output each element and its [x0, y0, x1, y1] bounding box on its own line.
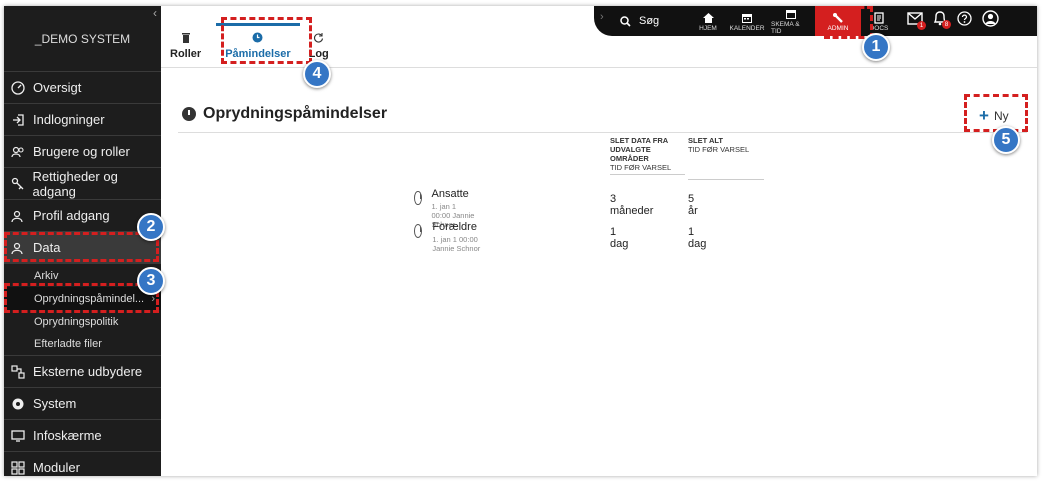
mail-badge: 1 [917, 21, 926, 30]
help-button[interactable] [957, 11, 972, 31]
calendar-icon [741, 11, 753, 25]
sidebar-item-brugere[interactable]: Brugere og roller [4, 136, 161, 168]
annotation-marker-3: 3 [137, 267, 165, 295]
profile-button[interactable] [982, 10, 999, 32]
column-header-partial: SLET DATA FRA UDVALGTE OMRÅDER TID FØR V… [610, 136, 685, 175]
tab-label: Roller [170, 48, 202, 60]
row-value-partial: 1 dag [610, 226, 629, 250]
col1-head-line: OMRÅDER [610, 154, 649, 163]
nav-label: HJEM [699, 24, 717, 32]
col1-head-line: SLET DATA FRA [610, 136, 669, 145]
row-name: Ansatte [431, 188, 469, 200]
schedule-icon [785, 7, 797, 21]
highlight-paamindelser-tab [221, 17, 312, 64]
highlight-new-button [964, 94, 1028, 132]
col2-underline [688, 154, 764, 180]
system-icon [10, 396, 26, 412]
annotation-marker-5: 5 [992, 126, 1020, 154]
document-icon [874, 11, 884, 25]
help-icon [957, 11, 972, 26]
mail-button[interactable]: 1 [907, 12, 926, 30]
highlight-admin [824, 6, 873, 39]
search-icon [620, 15, 631, 27]
sidebar-subitem-oprydningspolitik[interactable]: Oprydningspolitik [4, 310, 161, 333]
subitem-label: Arkiv [34, 269, 59, 282]
sidebar-item-label: System [33, 396, 77, 411]
tab-roller[interactable]: Roller [161, 32, 210, 66]
sidebar-item-label: Moduler [33, 460, 80, 475]
row-value-partial: 3 måneder [610, 193, 654, 217]
brand-label: _DEMO SYSTEM [34, 31, 131, 46]
sidebar-item-label: Eksterne udbydere [33, 364, 143, 379]
row-value-all: 5 år [688, 193, 698, 217]
sidebar-subitem-efterladte-filer[interactable]: Efterladte filer [4, 333, 161, 356]
col1-head-line: UDVALGTE [610, 145, 651, 154]
subitem-label: Oprydningspolitik [34, 315, 119, 328]
avatar-icon [982, 10, 999, 27]
nav-home[interactable]: HJEM [689, 6, 727, 36]
dashboard-icon [10, 80, 26, 96]
col1-subhead: TID FØR VARSEL [610, 163, 685, 175]
sidebar-item-label: Brugere og roller [33, 144, 130, 159]
modules-icon [10, 460, 26, 476]
sidebar-item-rettigheder[interactable]: Rettigheder og adgang [4, 168, 161, 200]
screen-icon [10, 428, 26, 444]
nav-kalender[interactable]: KALENDER [727, 6, 767, 36]
sidebar-item-label: Oversigt [33, 80, 82, 95]
row-meta: 1. jan 1 00:00 Jannie Schnor [432, 235, 481, 253]
row-name: Forældre [432, 221, 477, 233]
page-title-text: Oprydningspåmindelser [203, 105, 388, 122]
highlight-data [4, 232, 159, 262]
col2-head: SLET ALT [688, 136, 723, 145]
network-icon [10, 364, 26, 380]
nav-skema[interactable]: SKEMA & TID [767, 6, 815, 36]
column-header-all: SLET ALT TID FØR VARSEL [688, 136, 764, 180]
search-button[interactable]: Søg [594, 15, 689, 27]
key-icon [10, 176, 26, 192]
chevron-right-icon: › [600, 11, 604, 23]
sidebar-item-system[interactable]: System [4, 388, 161, 420]
collapse-sidebar-icon[interactable]: ‹ [153, 6, 157, 20]
search-label: Søg [639, 15, 660, 27]
brand: _DEMO SYSTEM ‹ [4, 6, 161, 72]
row-value-all: 1 dag [688, 226, 707, 250]
title-divider [178, 132, 1027, 133]
annotation-marker-1: 1 [862, 33, 890, 61]
top-navigation: › Søg HJEM KALENDER SKEMA & TID ADMIN DO… [594, 6, 1037, 36]
nav-label: SKEMA & TID [771, 21, 800, 35]
bell-badge: 8 [942, 20, 951, 29]
sidebar-item-label: Indlogninger [33, 112, 105, 127]
sidebar-item-indlogninger[interactable]: Indlogninger [4, 104, 161, 136]
profile-icon [10, 208, 26, 224]
annotation-marker-2: 2 [137, 213, 165, 241]
refresh-icon [313, 32, 324, 46]
clock-icon [182, 107, 196, 121]
trash-icon [181, 32, 191, 46]
tab-divider [161, 67, 1037, 68]
users-icon [10, 144, 26, 160]
sidebar-item-eksterne[interactable]: Eksterne udbydere [4, 356, 161, 388]
table-row[interactable]: Forældre 1. jan 1 00:00 Jannie Schnor 1 … [414, 221, 706, 253]
sidebar-item-infoskaerme[interactable]: Infoskærme [4, 420, 161, 452]
annotation-marker-4: 4 [303, 60, 331, 88]
sidebar-item-label: Rettigheder og adgang [32, 168, 118, 199]
sidebar-item-label: Infoskærme [33, 428, 102, 443]
sidebar-item-oversigt[interactable]: Oversigt [4, 72, 161, 104]
page-title: Oprydningspåmindelser [182, 105, 387, 123]
clock-icon [414, 191, 422, 205]
home-icon [702, 11, 715, 25]
login-icon [10, 112, 26, 128]
subitem-label: Efterladte filer [34, 338, 102, 350]
clock-icon [414, 224, 423, 238]
nav-label: KALENDER [729, 24, 765, 32]
highlight-subitem [4, 283, 159, 313]
sidebar-item-moduler[interactable]: Moduler [4, 452, 161, 476]
notifications-button[interactable]: 8 [933, 11, 951, 31]
sidebar-item-label: Profil adgang [33, 208, 110, 223]
col2-subhead: TID FØR VARSEL [688, 145, 750, 154]
